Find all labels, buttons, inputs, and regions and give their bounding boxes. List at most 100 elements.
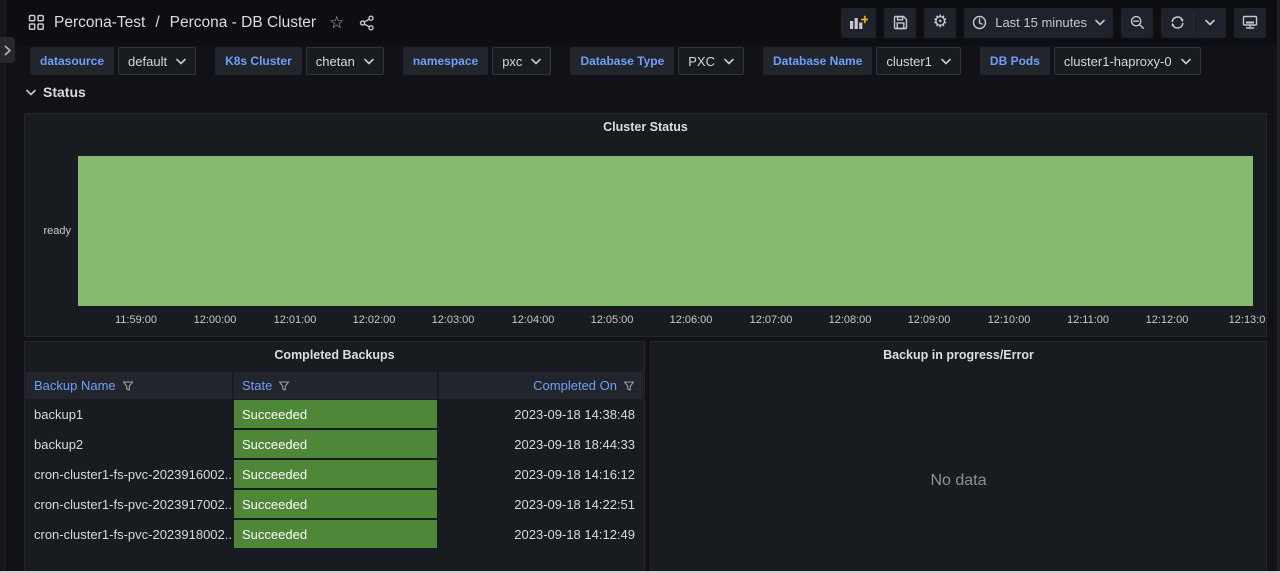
table-row: cron-cluster1-fs-pvc-2023917002... Succe… xyxy=(26,489,643,519)
variable-label-database-type: Database Type xyxy=(570,47,674,75)
table-header-row: Backup Name State Completed On xyxy=(26,372,643,399)
x-tick: 12:10:00 xyxy=(988,314,1031,326)
dashboard-settings-button[interactable]: ⚙ xyxy=(924,8,956,38)
column-header-backup-name[interactable]: Backup Name xyxy=(26,372,232,399)
sidebar-collapsed-strip xyxy=(0,0,8,573)
cell-completed-on: 2023-09-18 14:12:49 xyxy=(439,519,643,549)
no-data-message: No data xyxy=(651,472,1266,490)
cell-state: Succeeded xyxy=(234,460,437,488)
add-panel-icon xyxy=(849,15,868,31)
variable-select-namespace[interactable]: pxc xyxy=(492,47,551,75)
add-panel-button[interactable] xyxy=(841,8,876,38)
apps-grid-icon[interactable] xyxy=(28,14,45,31)
variable-datasource: datasource default xyxy=(30,47,196,75)
variable-select-datasource[interactable]: default xyxy=(118,47,196,75)
cell-backup-name: backup2 xyxy=(26,429,232,459)
variable-database-type: Database Type PXC xyxy=(570,47,744,75)
column-header-label: Backup Name xyxy=(34,378,116,393)
x-tick: 12:07:00 xyxy=(750,314,793,326)
variable-value: chetan xyxy=(316,54,355,69)
x-tick: 12:05:00 xyxy=(591,314,634,326)
x-tick: 12:12:00 xyxy=(1146,314,1189,326)
chevron-down-icon xyxy=(26,89,36,96)
star-icon[interactable]: ☆ xyxy=(329,13,344,33)
share-icon[interactable] xyxy=(359,15,375,31)
table-row: cron-cluster1-fs-pvc-2023918002... Succe… xyxy=(26,519,643,549)
panel-backup-in-progress: Backup in progress/Error No data xyxy=(650,341,1267,572)
refresh-interval-button[interactable] xyxy=(1194,8,1226,38)
header-toolbar: ⚙ Last 15 minutes xyxy=(841,8,1266,38)
column-header-label: Completed On xyxy=(533,378,617,393)
variable-k8s-cluster: K8s Cluster chetan xyxy=(215,47,384,75)
breadcrumb-folder[interactable]: Percona-Test xyxy=(54,14,145,32)
table-row: backup2 Succeeded 2023-09-18 18:44:33 xyxy=(26,429,643,459)
cell-completed-on: 2023-09-18 14:22:51 xyxy=(439,489,643,519)
variable-select-k8s-cluster[interactable]: chetan xyxy=(306,47,384,75)
status-row-collapse-button[interactable]: Status xyxy=(26,84,86,100)
time-range-picker[interactable]: Last 15 minutes xyxy=(964,8,1113,38)
variable-label-namespace: namespace xyxy=(403,47,488,75)
chevron-down-icon xyxy=(724,58,734,65)
table-row: cron-cluster1-fs-pvc-2023916002... Succe… xyxy=(26,459,643,489)
variable-select-db-pods[interactable]: cluster1-haproxy-0 xyxy=(1054,47,1201,75)
refresh-button[interactable] xyxy=(1161,8,1193,38)
x-tick: 12:00:00 xyxy=(194,314,237,326)
variable-value: cluster1 xyxy=(886,54,932,69)
chevron-right-icon xyxy=(4,45,12,56)
filter-icon[interactable] xyxy=(278,380,290,392)
variable-select-database-name[interactable]: cluster1 xyxy=(876,47,961,75)
chevron-down-icon xyxy=(176,58,186,65)
filter-icon[interactable] xyxy=(122,380,134,392)
cell-state: Succeeded xyxy=(234,430,437,458)
filter-icon[interactable] xyxy=(623,380,635,392)
chevron-down-icon xyxy=(1095,19,1105,26)
column-header-state[interactable]: State xyxy=(234,372,437,399)
cell-completed-on: 2023-09-18 14:16:12 xyxy=(439,459,643,489)
breadcrumb: Percona-Test / Percona - DB Cluster ☆ xyxy=(28,13,375,33)
cell-backup-name: backup1 xyxy=(26,399,232,429)
cycle-view-button[interactable] xyxy=(1234,8,1266,38)
cell-state: Succeeded xyxy=(234,520,437,548)
table-row: backup1 Succeeded 2023-09-18 14:38:48 xyxy=(26,399,643,429)
x-tick: 12:02:00 xyxy=(353,314,396,326)
panel-completed-backups: Completed Backups Backup Name State Comp… xyxy=(24,341,645,572)
variable-label-datasource: datasource xyxy=(30,47,114,75)
variable-select-database-type[interactable]: PXC xyxy=(678,47,744,75)
variable-namespace: namespace pxc xyxy=(403,47,552,75)
chevron-down-icon xyxy=(531,58,541,65)
chevron-down-icon xyxy=(941,58,951,65)
column-header-label: State xyxy=(242,378,272,393)
refresh-button-group xyxy=(1161,8,1226,38)
monitor-icon xyxy=(1242,15,1258,30)
variable-value: cluster1-haproxy-0 xyxy=(1064,54,1172,69)
variable-value: pxc xyxy=(502,54,522,69)
zoom-out-button[interactable] xyxy=(1121,8,1153,38)
column-header-completed-on[interactable]: Completed On xyxy=(439,372,643,399)
save-icon xyxy=(893,15,908,30)
x-tick: 12:06:00 xyxy=(670,314,713,326)
panel-cluster-status: Cluster Status ready 11:59:00 12:00:00 1… xyxy=(24,113,1267,337)
time-axis: 11:59:00 12:00:00 12:01:00 12:02:00 12:0… xyxy=(25,114,1266,336)
x-tick: 12:09:00 xyxy=(908,314,951,326)
x-tick: 12:01:00 xyxy=(274,314,317,326)
refresh-icon xyxy=(1170,15,1185,30)
search-minus-icon xyxy=(1130,15,1145,30)
template-variables-row: datasource default K8s Cluster chetan na… xyxy=(30,47,1270,75)
breadcrumb-dashboard: Percona - DB Cluster xyxy=(170,14,316,32)
panel-title-completed-backups[interactable]: Completed Backups xyxy=(25,348,644,362)
cell-completed-on: 2023-09-18 18:44:33 xyxy=(439,429,643,459)
cell-backup-name: cron-cluster1-fs-pvc-2023916002... xyxy=(26,459,232,489)
save-dashboard-button[interactable] xyxy=(884,8,916,38)
variable-value: PXC xyxy=(688,54,715,69)
variable-label-db-pods: DB Pods xyxy=(980,47,1050,75)
panel-title-backup-in-progress[interactable]: Backup in progress/Error xyxy=(651,348,1266,362)
x-tick: 12:03:00 xyxy=(432,314,475,326)
dashboard-header: Percona-Test / Percona - DB Cluster ☆ ⚙ … xyxy=(8,0,1280,45)
section-title: Status xyxy=(43,84,86,100)
variable-label-database-name: Database Name xyxy=(763,47,872,75)
clock-icon xyxy=(972,15,987,30)
cell-backup-name: cron-cluster1-fs-pvc-2023917002... xyxy=(26,489,232,519)
gear-icon: ⚙ xyxy=(933,14,948,31)
cell-backup-name: cron-cluster1-fs-pvc-2023918002... xyxy=(26,519,232,549)
sidebar-expand-button[interactable] xyxy=(0,37,15,63)
